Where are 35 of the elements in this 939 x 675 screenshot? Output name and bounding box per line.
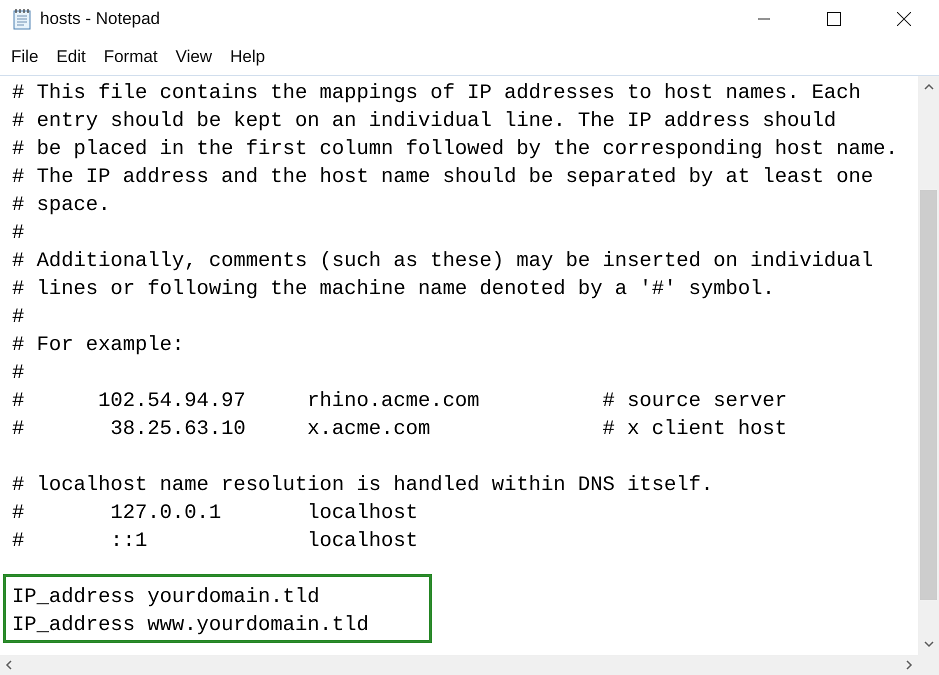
text-line: # entry should be kept on an individual line. The IP address should: [12, 109, 836, 135]
scroll-down-icon[interactable]: [924, 639, 934, 649]
horizontal-scrollbar[interactable]: [0, 655, 918, 675]
menu-item[interactable]: Help: [221, 46, 274, 66]
text-line: # 38.25.63.10 x.acme.com # x client host: [12, 417, 788, 443]
minimize-icon: [758, 18, 770, 20]
menu-item[interactable]: File: [2, 46, 48, 66]
notepad-icon: [12, 8, 32, 30]
menu-item[interactable]: Edit: [47, 46, 95, 66]
menu-item[interactable]: Format: [94, 46, 167, 66]
text-line: # lines or following the machine name denoted by a '#' symbol.: [12, 277, 775, 303]
text-line: # ::1 localhost: [12, 529, 418, 555]
text-line: #: [12, 305, 24, 331]
maximize-icon: [827, 12, 841, 26]
text-line: #: [12, 221, 24, 247]
text-line: IP_address www.yourdomain.tld: [12, 613, 369, 639]
scrollbar-thumb[interactable]: [920, 190, 937, 600]
text-line: IP_address yourdomain.tld: [12, 585, 320, 611]
vertical-scrollbar[interactable]: [918, 76, 939, 655]
text-line: # space.: [12, 193, 110, 219]
text-line: # This file contains the mappings of IP addresses to host names. Each: [12, 81, 861, 107]
text-line: # be placed in the first column followed by the corresponding host name.: [12, 137, 898, 163]
text-line: # 127.0.0.1 localhost: [12, 501, 418, 527]
scroll-right-icon[interactable]: [904, 660, 914, 670]
text-line: # For example:: [12, 333, 184, 359]
window-title: hosts - Notepad: [40, 9, 162, 29]
text-line: # 102.54.94.97 rhino.acme.com # source server: [12, 389, 788, 415]
text-line: # Additionally, comments (such as these) may be inserted on individual: [12, 249, 874, 275]
scroll-left-icon[interactable]: [4, 660, 14, 670]
text-line: # localhost name resolution is handled within DNS itself.: [12, 473, 714, 499]
scroll-up-icon[interactable]: [924, 82, 934, 92]
text-line: #: [12, 361, 24, 387]
close-icon: [897, 12, 911, 26]
menu-item[interactable]: View: [166, 46, 222, 66]
text-line: # The IP address and the host name should be separated by at least one: [12, 165, 874, 191]
